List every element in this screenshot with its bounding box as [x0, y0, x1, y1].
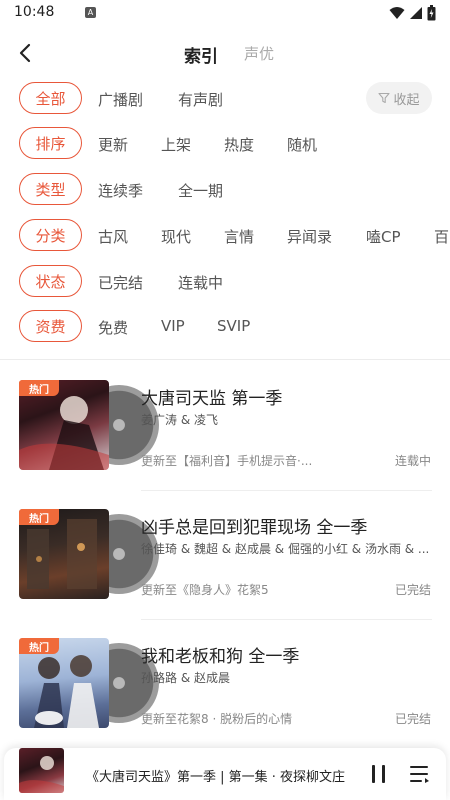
back-button[interactable] [10, 38, 40, 68]
filter-option[interactable]: 百 [434, 226, 449, 247]
filter-option[interactable]: VIP [161, 317, 185, 335]
battery-icon [427, 5, 436, 21]
filter-row-type: 类型 连续季 全一期 [0, 171, 450, 207]
filter-all-pill[interactable]: 全部 [19, 82, 82, 114]
item-cast: 徐佳琦 & 魏超 & 赵成晨 & 倔强的小红 & 汤水雨 & ... [141, 542, 430, 556]
status-bar: 10:48 A [0, 0, 450, 26]
filter-fee-pill[interactable]: 资费 [19, 310, 82, 342]
filter-row-sort: 排序 更新 上架 热度 随机 [0, 125, 450, 161]
filter-option[interactable]: 更新 [98, 134, 128, 155]
filter-option[interactable]: 有声剧 [178, 89, 223, 110]
filter-funnel-icon [378, 92, 391, 104]
cover[interactable]: 热门 [19, 509, 159, 599]
item-update: 更新至花絮8 · 脱粉后的心情 [141, 712, 293, 726]
tab-index[interactable]: 索引 [184, 42, 218, 67]
filter-row-all: 全部 广播剧 有声剧 收起 [0, 80, 450, 116]
filter-row-status: 状态 已完结 连载中 [0, 263, 450, 299]
filter-row-category: 分类 古风 现代 言情 异闻录 嗑CP 百 [0, 217, 450, 253]
filter-option[interactable]: 言情 [224, 226, 254, 247]
item-status: 已完结 [394, 712, 431, 726]
cover[interactable]: 热门 [19, 380, 159, 470]
filter-row-fee: 资费 免费 VIP SVIP [0, 308, 450, 344]
list-item[interactable]: 热门 凶手总是回到犯罪现场 全一季 徐佳琦 & 魏超 & 赵成晨 & 倔强的小红… [0, 509, 450, 627]
playlist-button[interactable] [407, 762, 433, 786]
status-icons [389, 5, 436, 21]
hot-badge: 热门 [19, 638, 59, 654]
filter-option[interactable]: 热度 [224, 134, 254, 155]
item-separator [141, 619, 432, 620]
list-item[interactable]: 热门 我和老板和狗 全一季 孙路路 & 赵成晨 更新至花絮8 · 脱粉后的心情 … [0, 638, 450, 756]
filter-sort-pill[interactable]: 排序 [19, 127, 82, 159]
filter-type-pill[interactable]: 类型 [19, 173, 82, 205]
item-cast: 孙路路 & 赵成晨 [141, 671, 230, 685]
filter-option[interactable]: 全一期 [178, 180, 223, 201]
collapse-label: 收起 [393, 92, 420, 108]
pause-button[interactable] [366, 762, 392, 786]
mini-player[interactable]: 《大唐司天监》第一季 | 第一集 · 夜探柳文庄 [4, 748, 446, 800]
filter-option[interactable]: SVIP [217, 317, 250, 335]
filter-option[interactable]: 上架 [161, 134, 191, 155]
wifi-icon [389, 7, 405, 19]
playlist-icon [410, 766, 429, 783]
item-title[interactable]: 大唐司天监 第一季 [141, 384, 282, 409]
pause-icon [372, 765, 385, 783]
filter-option[interactable]: 已完结 [98, 272, 143, 293]
filter-option[interactable]: 免费 [98, 317, 128, 338]
section-divider [0, 359, 450, 360]
list-item[interactable]: 热门 大唐司天监 第一季 姜广涛 & 凌飞 更新至【福利音】手机提示音·... … [0, 380, 450, 498]
notification-icon: A [85, 7, 96, 18]
item-title[interactable]: 凶手总是回到犯罪现场 全一季 [141, 513, 367, 538]
filter-option[interactable]: 嗑CP [366, 226, 401, 247]
hot-badge: 热门 [19, 509, 59, 525]
cover[interactable]: 热门 [19, 638, 159, 728]
tab-voice-actors[interactable]: 声优 [244, 43, 274, 64]
back-arrow-icon [19, 43, 31, 63]
player-cover-illustration [19, 756, 64, 793]
item-update: 更新至《隐身人》花絮5 [141, 583, 269, 597]
filter-option[interactable]: 古风 [98, 226, 128, 247]
item-status: 连载中 [394, 454, 431, 468]
filter-option[interactable]: 连续季 [98, 180, 143, 201]
item-update: 更新至【福利音】手机提示音·... [141, 454, 313, 468]
now-playing-title[interactable]: 《大唐司天监》第一季 | 第一集 · 夜探柳文庄 [86, 766, 352, 785]
hot-badge: 热门 [19, 380, 59, 396]
player-cover[interactable] [19, 748, 64, 793]
header: 索引 声优 [0, 30, 450, 76]
filter-option[interactable]: 广播剧 [98, 89, 143, 110]
filter-category-pill[interactable]: 分类 [19, 219, 82, 251]
item-title[interactable]: 我和老板和狗 全一季 [141, 642, 299, 667]
filter-option[interactable]: 异闻录 [287, 226, 332, 247]
filter-option[interactable]: 连载中 [178, 272, 223, 293]
signal-icon [410, 7, 422, 19]
status-time: 10:48 [14, 4, 55, 20]
item-status: 已完结 [394, 583, 431, 597]
filter-option[interactable]: 现代 [161, 226, 191, 247]
filter-option[interactable]: 随机 [287, 134, 317, 155]
item-cast: 姜广涛 & 凌飞 [141, 413, 218, 427]
collapse-button[interactable]: 收起 [366, 82, 432, 114]
item-separator [141, 490, 432, 491]
filter-status-pill[interactable]: 状态 [19, 265, 82, 297]
